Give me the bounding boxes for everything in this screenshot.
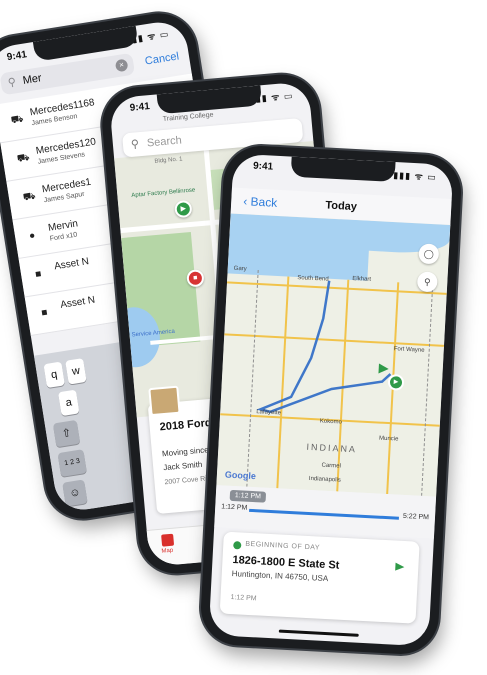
result-title: Asset N [59,294,96,311]
vehicle-pin-icon[interactable]: ▶ [174,199,193,219]
emoji-key[interactable]: ☺ [62,479,88,507]
timeline-end: 5:22 PM [402,512,430,522]
result-title: Asset N [53,256,90,273]
address-line2: Huntington, IN 46750, USA [231,569,329,584]
map-city-label: Gary [233,265,247,273]
phone-notch [156,85,263,115]
truck-icon: ⛟ [16,152,31,165]
asset-icon: ■ [40,307,49,319]
google-logo: Google [224,469,257,482]
flag-icon [395,562,405,572]
map-city-label: Kokomo [319,418,343,426]
map-city-label: Lafayette [256,409,282,417]
key-w[interactable]: w [65,358,87,385]
search-icon: ⚲ [130,138,140,151]
key-q[interactable]: q [43,361,65,389]
timeline-start: 1:12 PM [221,503,248,512]
truck-icon: ⛟ [22,190,37,204]
stop-time: 1:12 PM [230,594,257,603]
numbers-key[interactable]: 1 2 3 [57,449,87,477]
clear-icon[interactable]: × [114,58,129,73]
route-line [256,280,392,414]
status-time: 9:41 [252,160,274,173]
phone-trip-detail: 9:41 ▮▮▮ ᯤ ▭ ‹ Back Today Gary South Ben… [199,144,463,656]
stopped-vehicle-pin-icon[interactable]: ■ [186,269,205,288]
key-a[interactable]: a [57,389,80,417]
map-label: Bldg No. 1 [154,156,183,165]
route-path [256,280,392,414]
search-query: Mer [21,72,43,88]
start-dot-icon [233,541,242,550]
event-type: BEGINNING OF DAY [245,540,321,552]
status-icons: ▮▮▮ ᯤ ▭ [393,169,438,183]
map-city-label: Elkhart [352,275,372,283]
phone-screen: 9:41 ▮▮▮ ᯤ ▭ ‹ Back Today Gary South Ben… [208,153,454,647]
map-city-label: Muncie [378,435,399,443]
phone-notch [290,156,396,183]
map-label: Aptar Factory Bellinrose [131,187,196,200]
shift-key[interactable]: ⇧ [52,419,81,448]
trip-map[interactable]: Gary South Bend Elkhart Fort Wayne Lafay… [216,213,451,497]
end-flag-icon [378,363,389,374]
map-city-label: Carmel [321,462,342,470]
result-subtitle: Ford x10 [49,231,78,243]
asset-icon: ■ [34,268,43,281]
tab-map[interactable]: Map [161,548,173,555]
vehicle-thumbnail [148,385,181,417]
home-indicator [278,629,359,637]
stop-card[interactable]: BEGINNING OF DAY 1826-1800 E State St Hu… [219,531,420,624]
cancel-button[interactable]: Cancel [143,45,180,72]
status-time: 9:41 [6,49,28,64]
person-icon: ● [28,230,37,242]
timeline-bubble: 1:12 PM [229,489,267,503]
vehicle-driver: Jack Smith [162,459,203,473]
status-time: 9:41 [129,101,151,114]
truck-icon: ⛟ [10,113,25,127]
timeline-track[interactable] [249,508,399,520]
search-icon: ⚲ [7,76,17,90]
search-placeholder: Search [146,134,183,150]
map-tab-icon[interactable] [161,533,175,547]
